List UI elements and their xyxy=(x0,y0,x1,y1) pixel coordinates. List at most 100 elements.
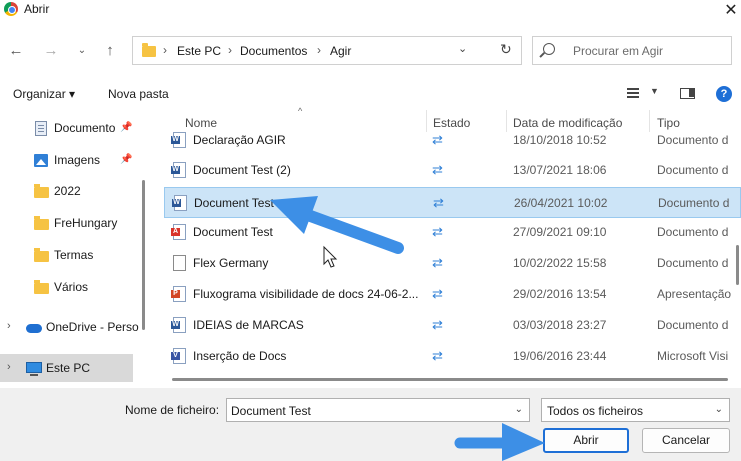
view-options-icon[interactable] xyxy=(627,88,639,98)
file-name: Document Test xyxy=(193,225,273,239)
file-type: Apresentação xyxy=(657,287,732,301)
nav-item-varios[interactable]: Vários xyxy=(0,273,140,301)
sync-status-icon: ⇄ xyxy=(432,132,443,147)
file-name: Fluxograma visibilidade de docs 24-06-2.… xyxy=(193,287,419,301)
file-row[interactable]: P Fluxograma visibilidade de docs 24-06-… xyxy=(164,279,741,310)
file-type: Documento d xyxy=(657,256,729,270)
address-history-chevron-icon[interactable]: ⌄ xyxy=(458,42,467,55)
pictures-icon xyxy=(34,154,48,167)
nav-item-label: FreHungary xyxy=(54,216,118,230)
pin-icon: 📌 xyxy=(120,154,133,165)
sort-ascending-icon: ^ xyxy=(298,106,303,116)
file-date: 19/06/2016 23:44 xyxy=(513,349,607,363)
filename-dropdown-chevron-icon[interactable]: ⌄ xyxy=(515,404,523,415)
file-name: Inserção de Docs xyxy=(193,349,287,363)
file-row[interactable]: W Declaração AGIR ⇄ 18/10/2018 10:52 Doc… xyxy=(164,125,741,156)
sync-status-icon: ⇄ xyxy=(432,255,443,270)
horizontal-scrollbar[interactable] xyxy=(172,378,728,381)
file-row[interactable]: Flex Germany ⇄ 10/02/2022 15:58 Document… xyxy=(164,248,741,279)
nav-item-termas[interactable]: Termas xyxy=(0,241,140,269)
nav-item-documentos[interactable]: Documento 📌 xyxy=(0,114,140,142)
filetype-value: Todos os ficheiros xyxy=(547,404,644,418)
cancel-button[interactable]: Cancelar xyxy=(642,428,730,453)
file-row[interactable]: A Document Test ⇄ 27/09/2021 09:10 Docum… xyxy=(164,217,741,248)
nav-item-label: Termas xyxy=(54,248,94,262)
sync-status-icon: ⇄ xyxy=(432,348,443,363)
file-row[interactable]: V Inserção de Docs ⇄ 19/06/2016 23:44 Mi… xyxy=(164,341,741,372)
nav-item-frehungary[interactable]: FreHungary xyxy=(0,209,140,237)
file-date: 27/09/2021 09:10 xyxy=(513,225,607,239)
preview-pane-icon[interactable] xyxy=(680,88,695,99)
word-document-icon: W xyxy=(171,317,186,333)
pdf-document-icon: A xyxy=(171,224,186,240)
search-box[interactable]: Procurar em Agir xyxy=(532,36,732,65)
up-arrow-icon[interactable]: ↑ xyxy=(100,41,120,61)
view-dropdown-chevron-icon[interactable]: ▼ xyxy=(650,86,659,96)
sync-status-icon: ⇄ xyxy=(433,195,444,210)
search-placeholder: Procurar em Agir xyxy=(573,44,664,58)
word-document-icon: W xyxy=(171,132,186,148)
address-bar[interactable]: › Este PC › Documentos › Agir ⌄ xyxy=(132,36,522,65)
file-date: 26/04/2021 10:02 xyxy=(514,196,608,210)
folder-icon xyxy=(34,280,49,294)
file-name: IDEIAS de MARCAS xyxy=(193,318,304,332)
nav-item-este-pc[interactable]: › Este PC xyxy=(0,354,133,382)
new-folder-button[interactable]: Nova pasta xyxy=(108,87,169,101)
organize-button[interactable]: Organizar ▾ xyxy=(13,87,75,101)
sync-status-icon: ⇄ xyxy=(432,162,443,177)
recent-chevron-icon[interactable]: ⌄ xyxy=(72,41,92,61)
open-button[interactable]: Abrir xyxy=(543,428,629,453)
nav-item-2022[interactable]: 2022 xyxy=(0,177,140,205)
folder-icon xyxy=(34,248,49,262)
nav-item-label: Este PC xyxy=(46,361,91,375)
filename-value: Document Test xyxy=(231,404,311,418)
file-date: 18/10/2018 10:52 xyxy=(513,133,607,147)
refresh-icon[interactable]: ↻ xyxy=(500,41,512,58)
chrome-icon xyxy=(4,2,18,16)
file-name: Document Test (2) xyxy=(193,163,291,177)
nav-scrollbar[interactable] xyxy=(142,180,145,330)
navigation-pane: Documento 📌 Imagens 📌 2022 FreHungary Te… xyxy=(0,110,146,385)
title-bar: Abrir ✕ xyxy=(0,0,741,20)
breadcrumb-separator: › xyxy=(317,43,321,57)
nav-item-onedrive[interactable]: › OneDrive - Perso xyxy=(0,313,140,341)
pin-icon: 📌 xyxy=(120,122,133,133)
folder-icon xyxy=(142,43,156,57)
file-row[interactable]: W Document Test (2) ⇄ 13/07/2021 18:06 D… xyxy=(164,155,741,186)
document-icon xyxy=(35,121,47,136)
folder-icon xyxy=(34,184,49,198)
back-arrow-icon[interactable]: ← xyxy=(6,41,26,61)
file-type: Documento d xyxy=(657,318,729,332)
file-type: Documento d xyxy=(657,163,729,177)
file-type: Documento d xyxy=(658,196,730,210)
sync-status-icon: ⇄ xyxy=(432,286,443,301)
file-type: Documento d xyxy=(657,225,729,239)
word-document-icon: W xyxy=(172,195,187,211)
expand-chevron-icon[interactable]: › xyxy=(7,361,11,373)
file-name: Declaração AGIR xyxy=(193,133,286,147)
nav-item-label: Documento xyxy=(54,121,116,135)
breadcrumb-este-pc[interactable]: Este PC xyxy=(177,44,221,58)
vertical-scrollbar[interactable] xyxy=(736,245,739,285)
expand-chevron-icon[interactable]: › xyxy=(7,320,11,332)
sync-status-icon: ⇄ xyxy=(432,224,443,239)
file-row-selected[interactable]: W Document Test ⇄ 26/04/2021 10:02 Docum… xyxy=(164,187,741,218)
file-type: Documento d xyxy=(657,133,729,147)
filename-input[interactable]: Document Test ⌄ xyxy=(226,398,530,422)
file-date: 03/03/2018 23:27 xyxy=(513,318,607,332)
filetype-select[interactable]: Todos os ficheiros ⌄ xyxy=(541,398,730,422)
filetype-dropdown-chevron-icon[interactable]: ⌄ xyxy=(715,404,723,415)
close-icon[interactable]: ✕ xyxy=(722,0,740,20)
forward-arrow-icon[interactable]: → xyxy=(41,41,61,61)
breadcrumb-agir[interactable]: Agir xyxy=(330,44,351,58)
file-type: Microsoft Visi xyxy=(657,349,729,363)
powerpoint-document-icon: P xyxy=(171,286,186,302)
file-date: 10/02/2022 15:58 xyxy=(513,256,607,270)
breadcrumb-documentos[interactable]: Documentos xyxy=(240,44,307,58)
file-row[interactable]: W IDEIAS de MARCAS ⇄ 03/03/2018 23:27 Do… xyxy=(164,310,741,341)
generic-document-icon xyxy=(173,255,186,271)
computer-icon xyxy=(26,362,42,376)
sync-status-icon: ⇄ xyxy=(432,317,443,332)
help-icon[interactable]: ? xyxy=(716,86,732,102)
nav-item-imagens[interactable]: Imagens 📌 xyxy=(0,146,140,174)
